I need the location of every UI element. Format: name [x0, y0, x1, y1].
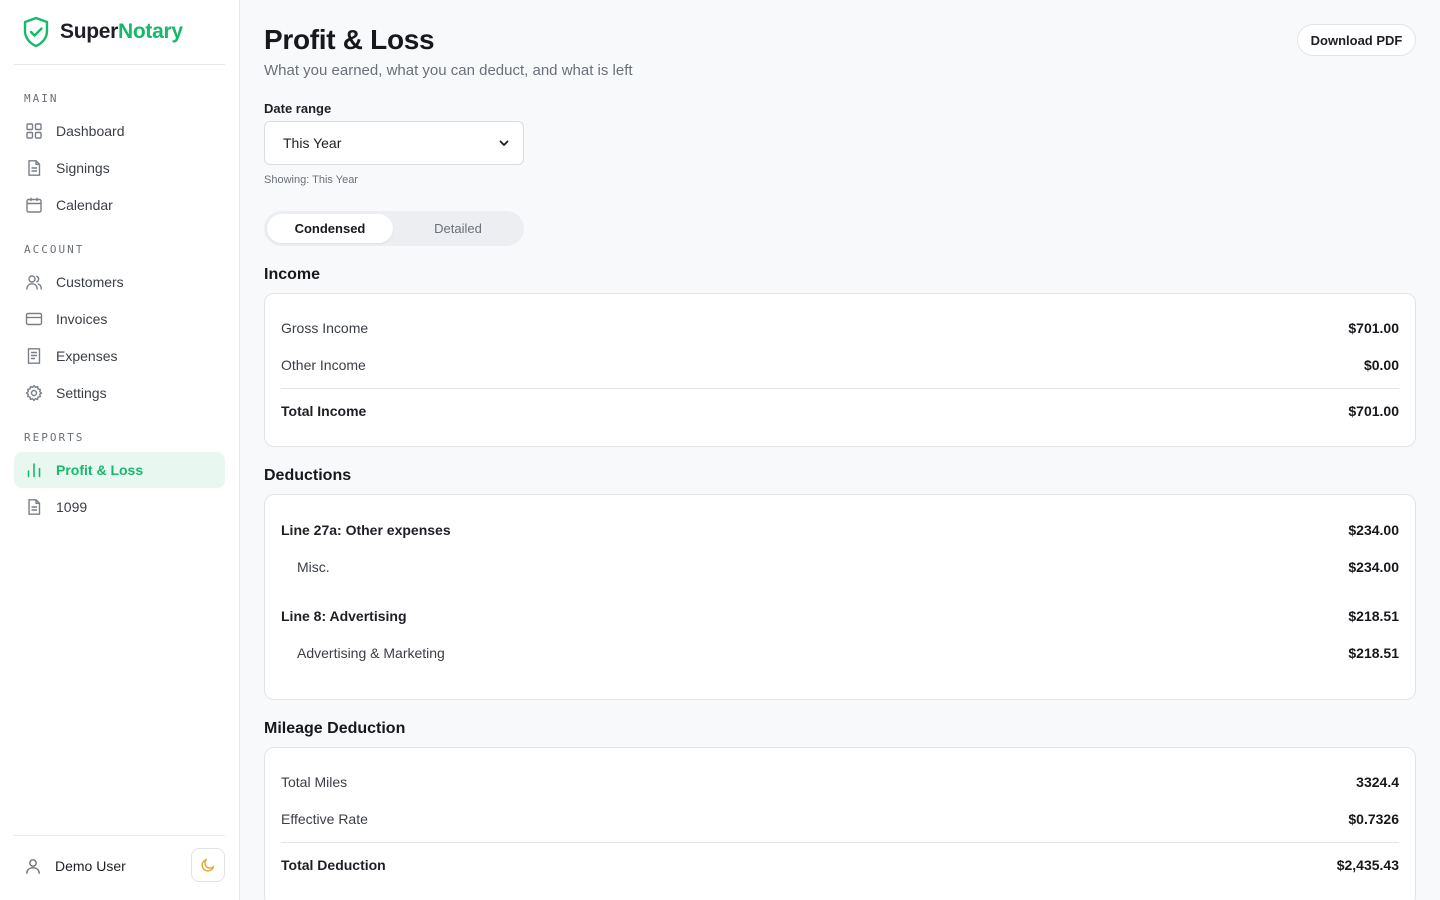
sidebar-item-invoices[interactable]: Invoices	[14, 301, 225, 337]
view-option-condensed[interactable]: Condensed	[267, 214, 393, 243]
sidebar-item-label: Calendar	[56, 197, 113, 213]
user-icon	[24, 857, 42, 875]
sidebar-item-expenses[interactable]: Expenses	[14, 338, 225, 374]
sidebar-item-label: Dashboard	[56, 123, 125, 139]
row-label: Misc.	[297, 559, 330, 575]
row-value: $234.00	[1348, 559, 1399, 575]
sidebar-item-label: Invoices	[56, 311, 108, 327]
section-label-reports: REPORTS	[24, 431, 85, 444]
sidebar-item-label: Profit & Loss	[56, 462, 144, 478]
sidebar-item-label: 1099	[56, 499, 88, 515]
table-row: Gross Income $701.00	[281, 318, 1399, 338]
user-menu[interactable]: Demo User	[24, 848, 126, 884]
table-row: Total Miles 3324.4	[281, 772, 1399, 792]
credit-card-icon	[25, 310, 43, 328]
sidebar-item-1099[interactable]: 1099	[14, 489, 225, 525]
row-label: Total Miles	[281, 774, 348, 790]
date-range-label: Date range	[264, 101, 332, 116]
showing-text: Showing: This Year	[264, 174, 358, 186]
row-value: 3324.4	[1356, 774, 1399, 790]
gear-icon	[25, 384, 43, 402]
total-row: Total Income $701.00	[281, 401, 1399, 421]
date-range-select[interactable]: This Year	[264, 121, 524, 165]
deductions-card: Line 27a: Other expenses $234.00 Misc. $…	[264, 494, 1416, 700]
deduction-group-row: Line 8: Advertising $218.51	[281, 606, 1399, 626]
income-section-title: Income	[264, 266, 321, 283]
total-value: $701.00	[1348, 403, 1399, 419]
row-label: Line 27a: Other expenses	[281, 522, 451, 538]
total-row: Total Deduction $2,435.43	[281, 855, 1399, 875]
deduction-item-row: Advertising & Marketing $218.51	[281, 643, 1399, 663]
total-value: $2,435.43	[1336, 857, 1399, 873]
calendar-icon	[25, 196, 43, 214]
moon-icon	[201, 858, 215, 872]
table-row: Effective Rate $0.7326	[281, 809, 1399, 829]
row-value: $0.7326	[1348, 811, 1399, 827]
row-value: $0.00	[1363, 357, 1399, 373]
income-card: Gross Income $701.00 Other Income $0.00 …	[264, 293, 1416, 447]
total-label: Total Deduction	[281, 857, 386, 873]
section-label-main: MAIN	[24, 92, 59, 105]
chevron-down-icon	[499, 140, 509, 146]
deduction-group-row: Line 27a: Other expenses $234.00	[281, 520, 1399, 540]
sidebar-item-label: Settings	[56, 385, 107, 401]
total-label: Total Income	[281, 403, 367, 419]
page-subtitle: What you earned, what you can deduct, an…	[264, 62, 633, 79]
date-range-value: This Year	[283, 135, 342, 151]
mileage-card: Total Miles 3324.4 Effective Rate $0.732…	[264, 747, 1416, 900]
sidebar-item-settings[interactable]: Settings	[14, 375, 225, 411]
row-label: Gross Income	[281, 320, 369, 336]
view-option-detailed[interactable]: Detailed	[395, 214, 521, 243]
user-name: Demo User	[55, 858, 126, 874]
row-value: $218.51	[1348, 645, 1399, 661]
row-value: $218.51	[1348, 608, 1399, 624]
sidebar-item-label: Signings	[56, 160, 110, 176]
sidebar-item-label: Customers	[56, 274, 124, 290]
shield-check-icon	[23, 16, 49, 48]
brand-logo[interactable]: SuperNotary	[22, 16, 183, 48]
sidebar-item-profit-loss[interactable]: Profit & Loss	[14, 452, 225, 488]
row-label: Effective Rate	[281, 811, 368, 827]
grid-icon	[25, 122, 43, 140]
receipt-icon	[25, 347, 43, 365]
row-label: Advertising & Marketing	[297, 645, 445, 661]
sidebar-item-dashboard[interactable]: Dashboard	[14, 113, 225, 149]
table-row: Other Income $0.00	[281, 355, 1399, 375]
row-value: $701.00	[1348, 320, 1399, 336]
row-value: $234.00	[1348, 522, 1399, 538]
divider	[281, 388, 1399, 389]
sidebar-item-label: Expenses	[56, 348, 118, 364]
document-icon	[25, 159, 43, 177]
users-icon	[25, 273, 43, 291]
brand-name: SuperNotary	[60, 20, 183, 43]
sidebar-item-customers[interactable]: Customers	[14, 264, 225, 300]
document-icon	[25, 498, 43, 516]
download-pdf-button[interactable]: Download PDF	[1297, 24, 1416, 56]
view-toggle: Condensed Detailed	[264, 211, 524, 246]
page-title: Profit & Loss	[264, 24, 435, 55]
deductions-section-title: Deductions	[264, 467, 352, 484]
theme-toggle-button[interactable]	[191, 848, 225, 882]
bar-chart-icon	[25, 461, 43, 479]
divider	[14, 835, 225, 836]
sidebar-item-signings[interactable]: Signings	[14, 150, 225, 186]
row-label: Line 8: Advertising	[281, 608, 407, 624]
sidebar: SuperNotary MAIN Dashboard Signings Cale…	[0, 0, 240, 900]
sidebar-item-calendar[interactable]: Calendar	[14, 187, 225, 223]
divider	[281, 842, 1399, 843]
section-label-account: ACCOUNT	[24, 243, 85, 256]
mileage-section-title: Mileage Deduction	[264, 720, 406, 737]
deduction-item-row: Misc. $234.00	[281, 557, 1399, 577]
divider	[14, 64, 225, 65]
row-label: Other Income	[281, 357, 366, 373]
